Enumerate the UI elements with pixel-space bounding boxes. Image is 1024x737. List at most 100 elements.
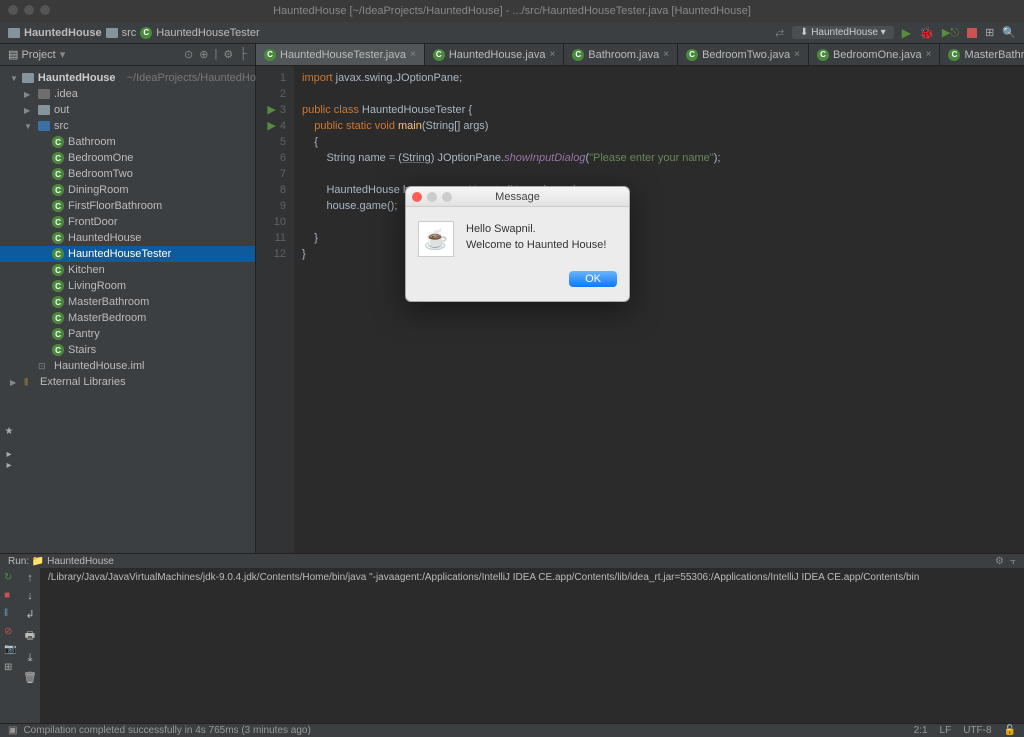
close-icon[interactable]: × (794, 49, 800, 60)
wrap-icon[interactable]: ↲ (25, 608, 34, 621)
gear-icon[interactable]: ⚙ (223, 48, 233, 61)
encoding[interactable]: UTF-8 (963, 725, 991, 736)
tree-root[interactable]: ▼HauntedHouse ~/IdeaProjects/HauntedHous… (0, 70, 255, 86)
class-icon: C (52, 136, 64, 148)
stop-icon[interactable] (967, 28, 977, 38)
dump-icon[interactable]: 📷 (4, 644, 16, 656)
exit-icon[interactable]: ⊘ (4, 626, 16, 638)
project-tree[interactable]: ▼HauntedHouse ~/IdeaProjects/HauntedHous… (0, 66, 255, 394)
tree-class-item[interactable]: CBedroomOne (0, 150, 255, 166)
tree-folder-src[interactable]: ▼src (0, 118, 255, 134)
editor-tab[interactable]: CBedroomTwo.java× (678, 44, 809, 65)
close-icon[interactable]: × (663, 49, 669, 60)
collapse-icon[interactable]: ⊙ (184, 48, 193, 61)
tree-class-item[interactable]: CFirstFloorBathroom (0, 198, 255, 214)
line-separator[interactable]: LF (940, 725, 952, 736)
tree-folder-idea[interactable]: ▶.idea (0, 86, 255, 102)
run-config-selector[interactable]: ⬇ HauntedHouse ▾ (792, 26, 894, 39)
layout-icon[interactable]: ⊞ (4, 662, 16, 674)
lock-icon[interactable]: 🔓 (1004, 725, 1016, 736)
console-output[interactable]: /Library/Java/JavaVirtualMachines/jdk-9.… (40, 568, 1024, 723)
class-icon: C (52, 328, 64, 340)
search-icon[interactable]: 🔍 (1002, 26, 1016, 39)
favorites-icon[interactable]: ★ (4, 426, 15, 437)
class-icon: C (52, 184, 64, 196)
scroll-icon[interactable]: ⤓ (28, 652, 33, 665)
tree-class-item[interactable]: CStairs (0, 342, 255, 358)
class-icon: C (572, 49, 584, 61)
folder-icon (8, 28, 20, 38)
divider-icon: | (214, 48, 217, 61)
editor-tab[interactable]: CMasterBathroom.java× (940, 44, 1024, 65)
class-icon: C (52, 200, 64, 212)
up-icon[interactable]: ↑ (27, 572, 33, 584)
class-icon: C (52, 168, 64, 180)
tree-iml[interactable]: ⊡HauntedHouse.iml (0, 358, 255, 374)
project-panel: ▤ Project ▾ ⊙ ⊕ | ⚙ ├ ▼HauntedHouse ~/Id… (0, 44, 256, 553)
tree-external-libs[interactable]: ▶External Libraries (0, 374, 255, 390)
structure-icon[interactable]: ▸▸ (4, 449, 15, 471)
tree-class-item[interactable]: CMasterBathroom (0, 294, 255, 310)
library-icon (24, 377, 36, 387)
pause-icon[interactable]: ‖ (4, 608, 16, 620)
class-icon: C (817, 49, 829, 61)
print-icon[interactable]: 🖶 (25, 627, 35, 646)
tree-class-item[interactable]: CLivingRoom (0, 278, 255, 294)
project-panel-header[interactable]: ▤ Project ▾ ⊙ ⊕ | ⚙ ├ (0, 44, 255, 66)
ok-button[interactable]: OK (569, 271, 617, 287)
close-icon[interactable]: × (410, 49, 416, 60)
hide-icon[interactable]: ⫟ (1010, 556, 1016, 567)
run-panel-header[interactable]: Run: 📁 HauntedHouse ⚙⫟ (0, 554, 1024, 568)
breadcrumb-project[interactable]: HauntedHouse (24, 27, 102, 39)
code-body[interactable]: import javax.swing.JOptionPane; public c… (294, 66, 1024, 553)
hide-icon[interactable]: ├ (239, 48, 247, 61)
editor-tab[interactable]: CHauntedHouseTester.java× (256, 44, 425, 65)
tree-class-item[interactable]: CPantry (0, 326, 255, 342)
run-anything-icon[interactable]: ⥄ (775, 26, 784, 39)
status-message: Compilation completed successfully in 4s… (23, 725, 310, 736)
target-icon[interactable]: ⊕ (199, 48, 208, 61)
tree-folder-out[interactable]: ▶out (0, 102, 255, 118)
debug-icon[interactable]: 🐞 (919, 26, 934, 40)
line-gutter[interactable]: 12▶3▶456789101112 (256, 66, 294, 553)
tree-class-item[interactable]: CFrontDoor (0, 214, 255, 230)
breadcrumb-file[interactable]: HauntedHouseTester (156, 27, 259, 39)
gear-icon[interactable]: ⚙ (995, 556, 1004, 567)
folder-icon (38, 121, 50, 131)
class-icon: C (52, 216, 64, 228)
class-icon: C (686, 49, 698, 61)
class-icon: C (52, 344, 64, 356)
tree-class-item[interactable]: CBathroom (0, 134, 255, 150)
tree-class-item[interactable]: CMasterBedroom (0, 310, 255, 326)
class-icon: C (433, 49, 445, 61)
class-icon: C (52, 232, 64, 244)
breadcrumb-folder[interactable]: src (122, 27, 137, 39)
coverage-icon[interactable]: ▶⎋ (942, 26, 959, 40)
down-icon[interactable]: ↓ (27, 590, 33, 602)
editor-tab[interactable]: CHauntedHouse.java× (425, 44, 564, 65)
tree-class-item[interactable]: CKitchen (0, 262, 255, 278)
editor-tab[interactable]: CBedroomOne.java× (809, 44, 941, 65)
layout-icon[interactable]: ⊞ (985, 26, 994, 39)
class-icon: C (948, 49, 960, 61)
class-icon: C (52, 280, 64, 292)
editor-tabs: CHauntedHouseTester.java×CHauntedHouse.j… (256, 44, 1024, 66)
tree-class-item[interactable]: CDiningRoom (0, 182, 255, 198)
stop-icon[interactable]: ■ (4, 590, 16, 602)
caret-position[interactable]: 2:1 (914, 725, 928, 736)
close-icon[interactable]: × (549, 49, 555, 60)
status-icon[interactable]: ▣ (8, 725, 17, 736)
trash-icon[interactable]: 🗑 (23, 671, 37, 684)
close-icon[interactable]: × (926, 49, 932, 60)
tree-class-item[interactable]: CHauntedHouseTester (0, 246, 255, 262)
nav-bar: HauntedHouse src C HauntedHouseTester ⥄ … (0, 22, 1024, 44)
editor-tab[interactable]: CBathroom.java× (564, 44, 678, 65)
tree-class-item[interactable]: CBedroomTwo (0, 166, 255, 182)
rerun-icon[interactable]: ↻ (4, 572, 16, 584)
dialog-traffic-lights[interactable] (412, 192, 452, 202)
tree-class-item[interactable]: CHauntedHouse (0, 230, 255, 246)
window-traffic-lights[interactable] (8, 5, 50, 15)
run-icon[interactable]: ▶ (902, 26, 911, 40)
run-side-toolbar: ↻ ■ ‖ ⊘ 📷 ⊞ (0, 568, 20, 723)
code-editor[interactable]: 12▶3▶456789101112 import javax.swing.JOp… (256, 66, 1024, 553)
